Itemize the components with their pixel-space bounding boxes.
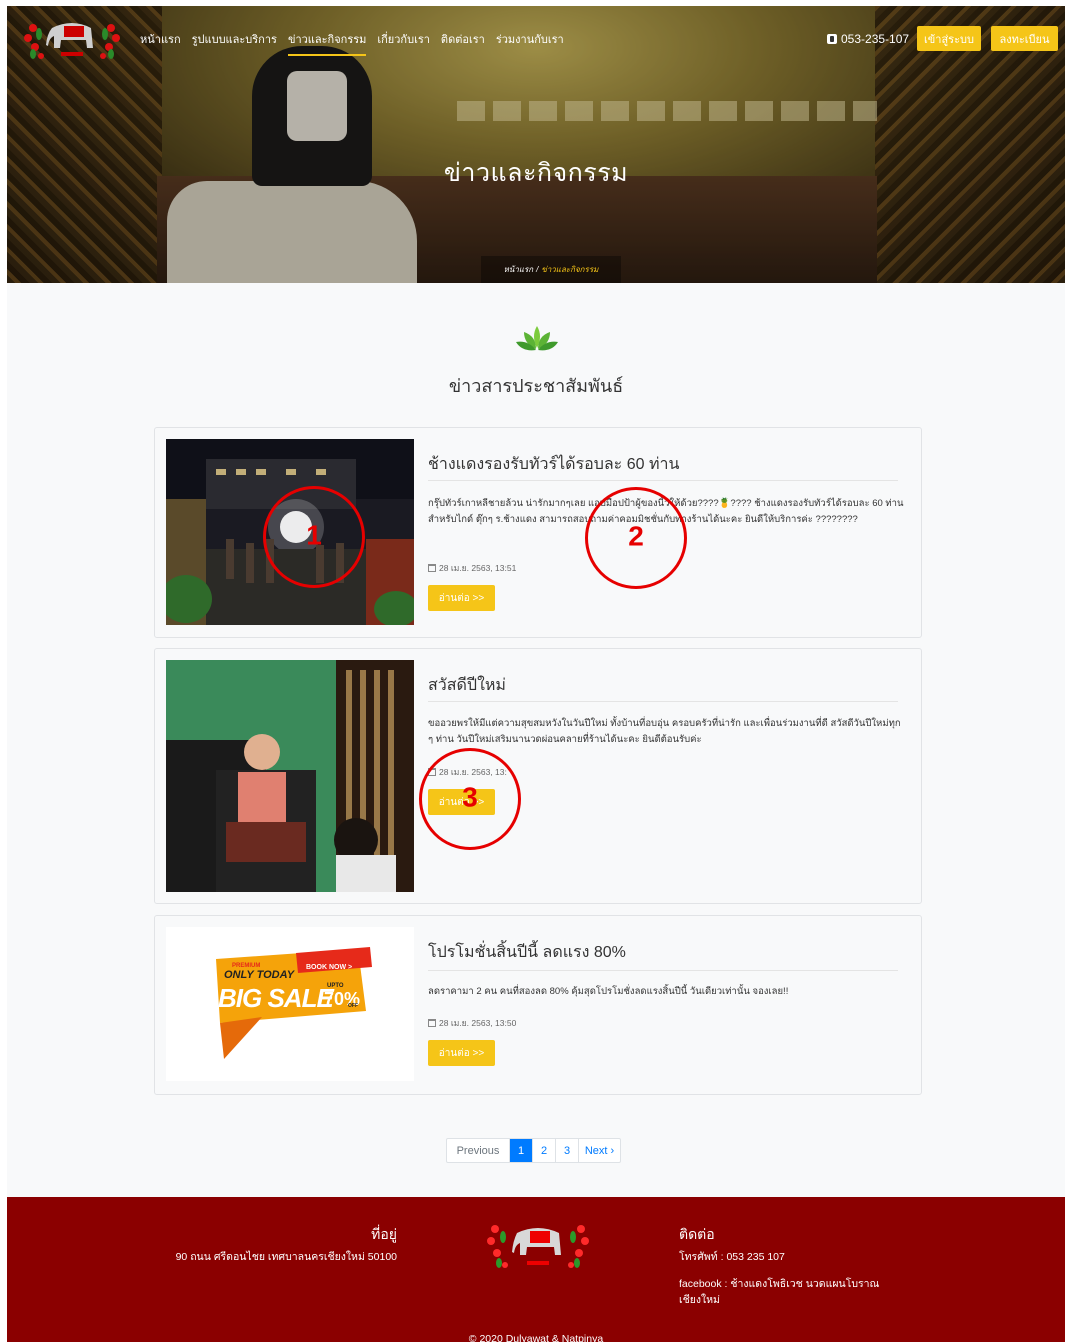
news-card: สวัสดีปีใหม่ ขออวยพรให้มีแต่ความสุขสมหวั… [154,648,922,904]
footer-copyright: © 2020 Dulyawat & Natpinya [468,1333,604,1342]
footer-address-heading: ที่อยู่ [371,1226,397,1242]
news-date-text: 28 เม.ย. 2563, 13:51 [439,563,517,573]
news-excerpt: ลดราคามา 2 คน คนที่สองลด 80% คุ้มสุดโปรโ… [428,986,789,997]
login-button[interactable]: เข้าสู่ระบบ [917,26,981,51]
footer-phone[interactable]: โทรศัพท์ : 053 235 107 [679,1248,785,1265]
footer-address: 90 ถนน ศรีดอนไชย เทศบาลนครเชียงใหม่ 5010… [175,1251,397,1263]
annotation-circle: 1 [263,486,365,588]
site-logo[interactable] [19,14,125,64]
annotation-circle: 2 [585,487,687,589]
news-image-new-year[interactable] [166,660,414,892]
news-image-big-sale[interactable]: PREMIUM ONLY TODAY BOOK NOW > BIG SALE U… [166,927,414,1081]
nav-news[interactable]: ข่าวและกิจกรรม [287,30,367,56]
nav-contact[interactable]: ติดต่อเรา [441,30,485,56]
nav-services[interactable]: รูปแบบและบริการ [192,30,277,56]
pagination-page-3[interactable]: 3 [556,1139,579,1162]
annotation-number: 3 [462,781,478,813]
breadcrumb: หน้าแรก / ข่าวและกิจกรรม [481,256,621,283]
news-title[interactable]: ช้างแดงรองรับทัวร์ได้รอบละ 60 ท่าน [428,452,679,477]
pagination-previous[interactable]: Previous [447,1139,510,1162]
page-title: ข่าวและกิจกรรม [443,159,629,187]
lotus-icon [516,326,558,351]
nav-about[interactable]: เกี่ยวกับเรา [377,30,430,56]
banner-book-now: BOOK NOW > [306,964,353,971]
section-title: ข่าวสารประชาสัมพันธ์ [448,376,624,396]
breadcrumb-separator: / [536,265,539,274]
news-date: 28 เม.ย. 2563, 13:51 [428,561,516,575]
phone-number: 053-235-107 [841,32,910,46]
header-phone[interactable]: 053-235-107 [827,32,909,46]
calendar-icon [428,564,436,572]
banner-off: OFF [348,1003,358,1009]
banner-only-today: ONLY TODAY [224,969,295,981]
pagination: Previous 1 2 3 Next › [446,1138,621,1163]
annotation-circle: 3 [419,748,521,850]
footer-contact-heading: ติดต่อ [679,1226,715,1242]
calendar-icon [428,1019,436,1027]
title-divider [428,970,898,971]
news-excerpt: ขออวยพรให้มีแต่ความสุขสมหวังในวันปีใหม่ … [428,718,901,745]
news-card: PREMIUM ONLY TODAY BOOK NOW > BIG SALE U… [154,915,922,1095]
news-date-text: 28 เม.ย. 2563, 13:50 [439,1018,517,1028]
pagination-next[interactable]: Next › [579,1139,620,1162]
title-divider [428,480,898,481]
news-date: 28 เม.ย. 2563, 13:50 [428,1016,516,1030]
nav-careers[interactable]: ร่วมงานกับเรา [496,30,564,56]
read-more-button[interactable]: อ่านต่อ >> [428,1040,495,1066]
news-title[interactable]: สวัสดีปีใหม่ [428,673,506,698]
breadcrumb-current: ข่าวและกิจกรรม [541,265,599,274]
breadcrumb-home[interactable]: หน้าแรก [504,263,534,276]
page: หน้าแรก รูปแบบและบริการ ข่าวและกิจกรรม เ… [7,6,1065,1342]
phone-icon [827,34,837,44]
register-button[interactable]: ลงทะเบียน [991,26,1058,51]
footer-logo [487,1225,589,1268]
annotation-number: 2 [628,520,644,552]
footer: ที่อยู่ 90 ถนน ศรีดอนไชย เทศบาลนครเชียงใ… [7,1197,1065,1342]
footer-facebook[interactable]: facebook : ช้างแดงโพธิเวช นวดแผนโบราณ เช… [679,1276,909,1308]
pagination-page-2[interactable]: 2 [533,1139,556,1162]
pagination-page-1[interactable]: 1 [510,1139,533,1162]
news-title[interactable]: โปรโมชั่นสิ้นปีนี้ ลดแรง 80% [428,940,626,965]
banner-big-sale: BIG SALE [218,983,334,1013]
hero-banner: หน้าแรก รูปแบบและบริการ ข่าวและกิจกรรม เ… [7,6,1065,283]
title-divider [428,701,898,702]
main-nav: หน้าแรก รูปแบบและบริการ ข่าวและกิจกรรม เ… [140,30,564,56]
annotation-number: 1 [306,519,322,551]
nav-home[interactable]: หน้าแรก [140,30,181,56]
read-more-button[interactable]: อ่านต่อ >> [428,585,495,611]
